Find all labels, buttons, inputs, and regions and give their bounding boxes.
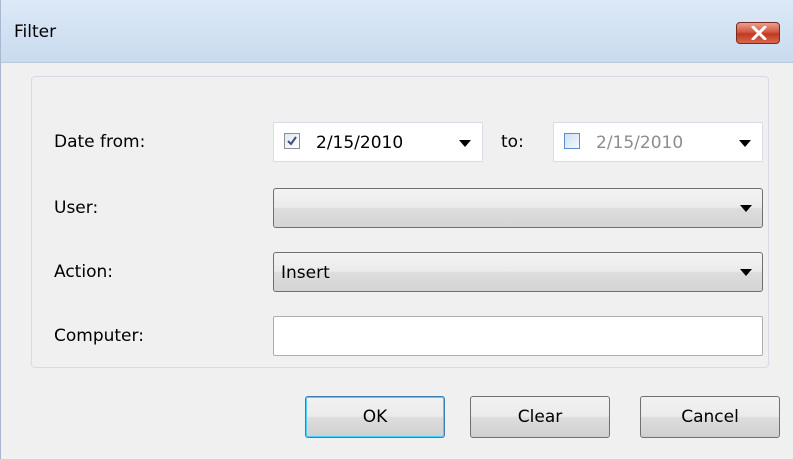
date-from-picker[interactable]: 2/15/2010	[273, 122, 483, 162]
dropdown-arrow-icon[interactable]	[740, 205, 752, 212]
action-label: Action:	[54, 262, 113, 282]
date-from-checkbox[interactable]	[284, 133, 300, 149]
clear-button[interactable]: Clear	[470, 396, 610, 438]
date-to-label: to:	[501, 132, 524, 152]
user-label: User:	[54, 198, 99, 218]
action-combobox[interactable]: Insert	[273, 252, 763, 292]
dropdown-arrow-icon[interactable]	[739, 140, 751, 147]
dialog-body: Date from: 2/15/2010 to: 2/15/2010 User:	[1, 63, 793, 459]
cancel-button[interactable]: Cancel	[640, 396, 780, 438]
dropdown-arrow-icon[interactable]	[459, 140, 471, 147]
dropdown-arrow-icon[interactable]	[740, 269, 752, 276]
user-combobox[interactable]	[273, 188, 763, 228]
action-combobox-value: Insert	[281, 263, 330, 283]
close-button[interactable]	[736, 22, 780, 44]
window-title: Filter	[14, 22, 57, 42]
date-from-value: 2/15/2010	[316, 133, 404, 153]
date-to-picker[interactable]: 2/15/2010	[553, 122, 763, 162]
date-to-value: 2/15/2010	[596, 133, 684, 153]
title-bar[interactable]: Filter	[1, 0, 793, 63]
filter-group-box: Date from: 2/15/2010 to: 2/15/2010 User:	[31, 76, 769, 368]
close-icon	[751, 26, 767, 40]
filter-dialog: Filter Date from: 2/15/2010 to: 2/15/201…	[0, 0, 793, 459]
checkmark-icon	[287, 136, 297, 146]
ok-button[interactable]: OK	[305, 396, 445, 438]
date-to-checkbox[interactable]	[564, 133, 580, 149]
computer-input[interactable]	[273, 316, 763, 356]
date-from-label: Date from:	[54, 132, 146, 152]
computer-label: Computer:	[54, 326, 144, 346]
